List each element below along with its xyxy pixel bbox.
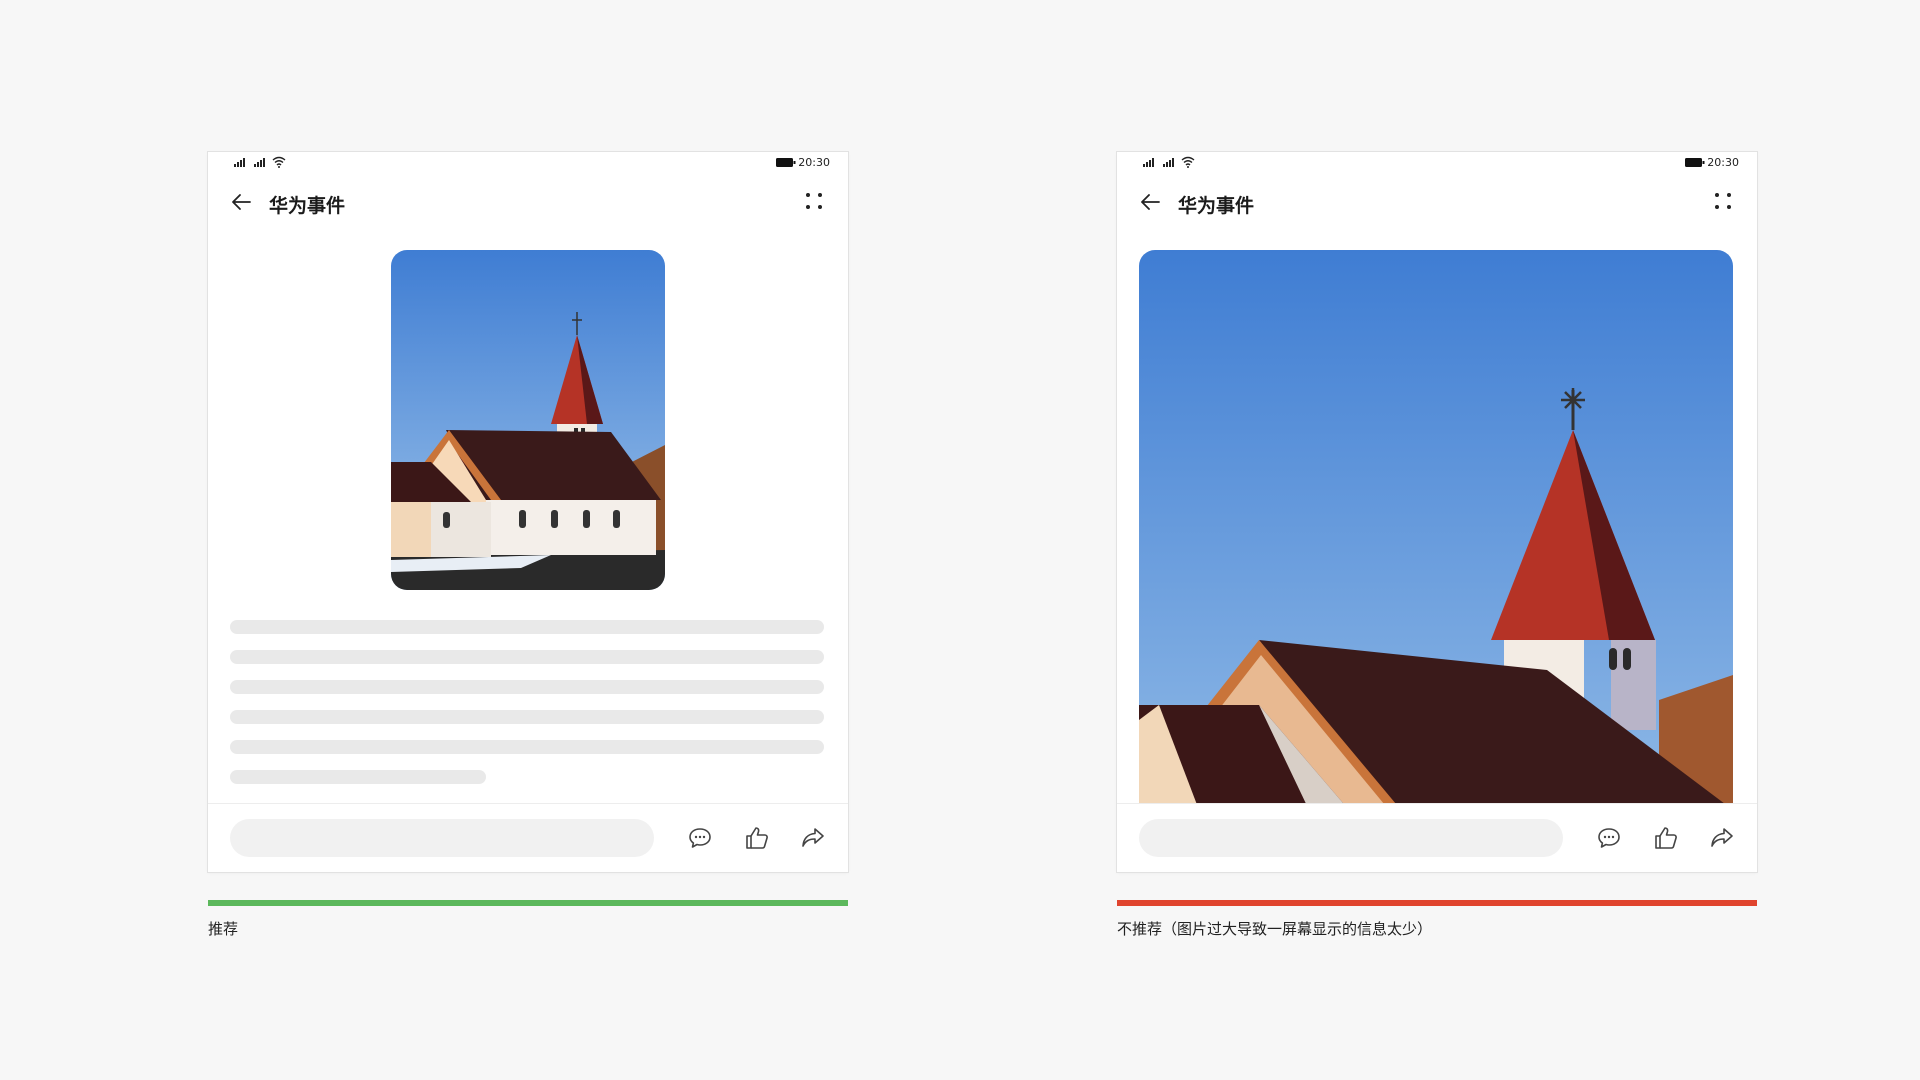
thumbs-up-icon[interactable]	[1652, 824, 1680, 852]
wifi-icon	[1181, 156, 1195, 168]
status-bar: 20:30	[1117, 152, 1757, 174]
signal-icon	[1163, 158, 1174, 167]
not-recommended-example: 20:30 华为事件 不推荐（图片过大导致一屏幕显示的信息太少）	[1117, 152, 1757, 939]
more-dots-icon[interactable]	[1713, 191, 1733, 211]
status-time: 20:30	[798, 156, 830, 169]
phone-frame: 20:30 华为事件	[208, 152, 848, 872]
more-dots-icon[interactable]	[804, 191, 824, 211]
comment-input[interactable]	[230, 819, 654, 857]
text-placeholder-line	[230, 680, 824, 694]
church-photo-large	[1139, 250, 1733, 810]
bottom-action-bar	[208, 803, 848, 872]
share-icon[interactable]	[1708, 824, 1736, 852]
text-placeholder-line	[230, 650, 824, 664]
text-placeholder-line	[230, 740, 824, 754]
status-bar: 20:30	[208, 152, 848, 174]
comment-input[interactable]	[1139, 819, 1563, 857]
signal-icon	[254, 158, 265, 167]
arrow-left-icon[interactable]	[230, 190, 254, 214]
app-bar: 华为事件	[208, 182, 848, 222]
text-placeholder-line	[230, 620, 824, 634]
signal-icon	[234, 158, 245, 167]
text-placeholder-line	[230, 770, 486, 784]
comment-icon[interactable]	[1595, 824, 1623, 852]
church-photo	[391, 250, 665, 590]
comment-icon[interactable]	[686, 824, 714, 852]
status-time: 20:30	[1707, 156, 1739, 169]
bottom-action-bar	[1117, 803, 1757, 872]
example-caption: 不推荐（图片过大导致一屏幕显示的信息太少）	[1117, 920, 1433, 938]
thumbs-up-icon[interactable]	[743, 824, 771, 852]
signal-icon	[1143, 158, 1154, 167]
text-placeholder-line	[230, 710, 824, 724]
page-title: 华为事件	[269, 195, 346, 217]
share-icon[interactable]	[799, 824, 827, 852]
recommended-indicator-bar	[208, 900, 848, 906]
arrow-left-icon[interactable]	[1139, 190, 1163, 214]
example-caption: 推荐	[208, 920, 239, 938]
battery-icon	[776, 158, 796, 167]
page-title: 华为事件	[1178, 195, 1255, 217]
app-bar: 华为事件	[1117, 182, 1757, 222]
battery-icon	[1685, 158, 1705, 167]
phone-frame: 20:30 华为事件	[1117, 152, 1757, 872]
recommended-example: 20:30 华为事件 推荐	[208, 152, 848, 939]
not-recommended-indicator-bar	[1117, 900, 1757, 906]
wifi-icon	[272, 156, 286, 168]
